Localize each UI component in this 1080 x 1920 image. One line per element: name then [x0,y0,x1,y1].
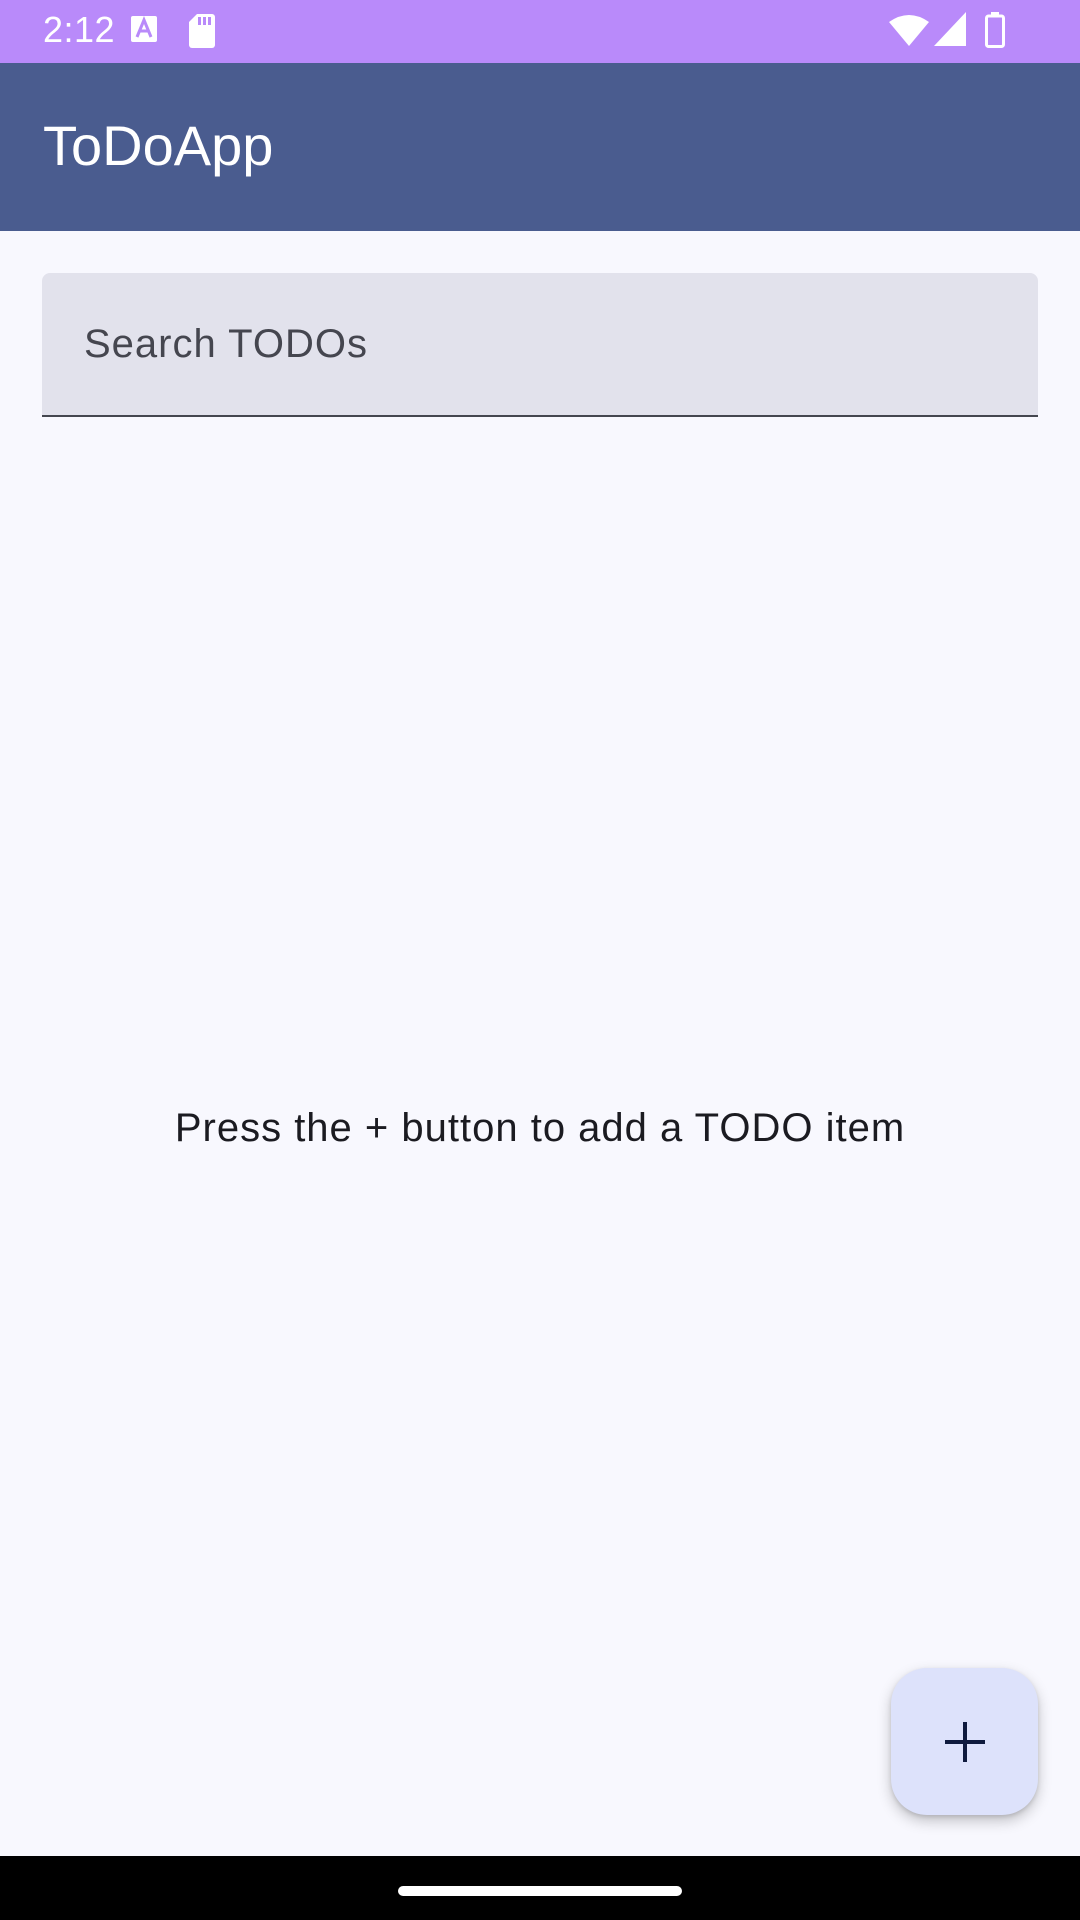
a-keyboard-icon [131,16,157,42]
search-field[interactable] [42,273,1038,417]
status-time: 2:12 [43,9,116,50]
empty-state-message: Press the + button to add a TODO item [174,1106,906,1150]
app-title: ToDoApp [43,114,274,177]
status-bar: 2:12 [0,0,1080,63]
cell-signal-icon [934,12,966,46]
home-gesture-handle[interactable] [398,1886,682,1896]
battery-icon [985,12,1005,48]
sd-card-icon [189,14,215,48]
plus-icon [944,1721,985,1762]
search-input[interactable] [42,273,1038,415]
navigation-bar [0,1856,1080,1920]
add-todo-button[interactable] [891,1668,1038,1815]
app-bar: ToDoApp [0,63,1080,231]
wifi-icon [889,15,929,46]
